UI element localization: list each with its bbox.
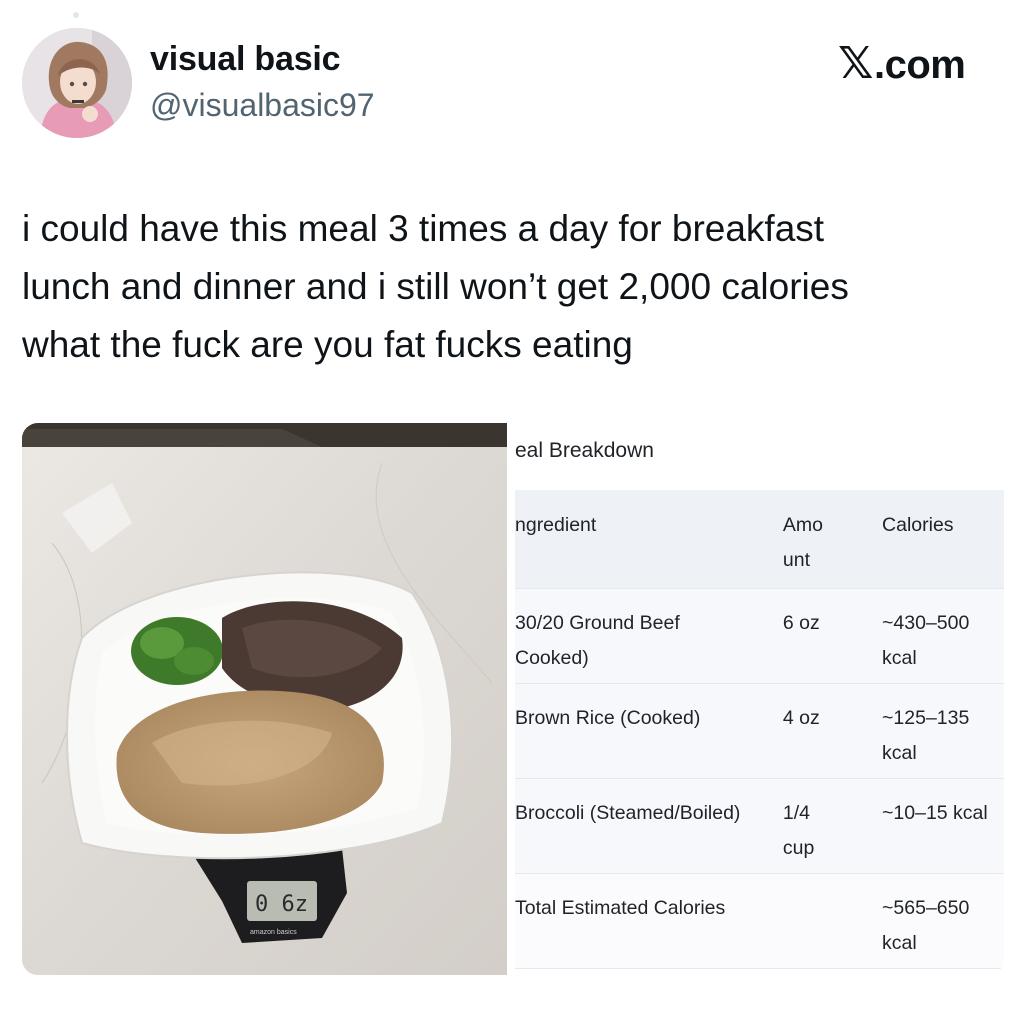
- cell-ingredient: Brown Rice (Cooked): [515, 683, 773, 779]
- scale-brand: amazon basics: [250, 929, 297, 936]
- cell-amount: 6 oz: [772, 588, 873, 684]
- tweet-line: i could have this meal 3 times a day for…: [22, 208, 825, 249]
- header-amount: Amo unt: [772, 490, 873, 589]
- cell-amount: 1/4 cup: [772, 778, 873, 874]
- user-handle[interactable]: @visualbasic97: [150, 87, 375, 124]
- x-logo-icon: 𝕏: [838, 39, 873, 88]
- table-row: Brown Rice (Cooked) 4 oz ~125–135 kcal: [515, 683, 1004, 779]
- display-name[interactable]: visual basic: [150, 40, 341, 79]
- cell-calories: ~125–135 kcal: [872, 683, 1004, 779]
- cell-amount: [772, 873, 873, 969]
- table-row: Broccoli (Steamed/Boiled) 1/4 cup ~10–15…: [515, 778, 1004, 874]
- cell-amount: 4 oz: [772, 683, 873, 779]
- tweet-line: lunch and dinner and i still won’t get 2…: [22, 266, 849, 307]
- avatar[interactable]: [22, 28, 132, 138]
- breakdown-title: eal Breakdown: [515, 439, 654, 462]
- table-row: Total Estimated Calories ~565–650 kcal: [515, 873, 1004, 969]
- table-header-row: ngredient Amo unt Calories: [515, 490, 1004, 589]
- header-calories: Calories: [872, 490, 1004, 589]
- breakdown-table: ngredient Amo unt Calories 30/20 Ground …: [515, 490, 1004, 969]
- cell-ingredient: 30/20 Ground Beef Cooked): [515, 588, 773, 684]
- header-amount-text: Amo unt: [782, 514, 823, 571]
- cell-ingredient: Broccoli (Steamed/Boiled): [515, 778, 773, 874]
- meal-breakdown-screenshot[interactable]: eal Breakdown ngredient Amo unt Calories…: [507, 423, 1004, 975]
- cell-calories: ~430–500 kcal: [872, 588, 1004, 684]
- scale-readout: 0 6z: [255, 892, 308, 917]
- tweet-text: i could have this meal 3 times a day for…: [22, 200, 1012, 374]
- cell-calories: ~10–15 kcal: [872, 778, 1004, 874]
- cell-calories: ~565–650 kcal: [872, 873, 1004, 969]
- meal-photo[interactable]: 0 6z amazon basics: [22, 423, 507, 975]
- tweet-line: what the fuck are you fat fucks eating: [22, 324, 633, 365]
- meal-on-scale-photo-icon: 0 6z amazon basics: [22, 423, 507, 975]
- table-row: 30/20 Ground Beef Cooked) 6 oz ~430–500 …: [515, 588, 1004, 684]
- site-brand: 𝕏 .com: [838, 38, 966, 89]
- avatar-illustration-icon: [22, 28, 132, 138]
- brand-suffix: .com: [873, 43, 966, 87]
- cell-ingredient: Total Estimated Calories: [515, 873, 773, 969]
- header-ingredient: ngredient: [515, 490, 773, 589]
- page-dot: [73, 12, 79, 18]
